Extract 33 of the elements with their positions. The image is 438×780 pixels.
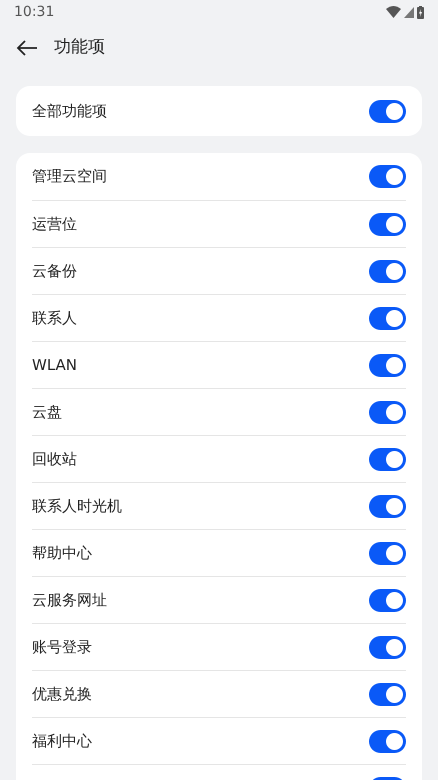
toggle-switch[interactable]: [369, 260, 406, 282]
item-label: 回收站: [32, 448, 77, 470]
toggle-switch[interactable]: [369, 494, 406, 518]
item-label: 全部功能项: [32, 100, 107, 122]
wifi-icon: [386, 6, 401, 18]
item-label: 运营位: [32, 214, 77, 235]
toggle-switch[interactable]: [369, 542, 406, 564]
item-label: 云备份: [32, 260, 77, 282]
toggle-switch[interactable]: [369, 100, 406, 122]
item-label: WLAN: [32, 354, 78, 376]
item-label: 云盘: [32, 402, 62, 423]
toggle-switch[interactable]: [369, 400, 406, 424]
toggle-switch[interactable]: [369, 682, 406, 706]
item-label: 管理云空间: [32, 166, 107, 188]
item-label: 帮助中心: [32, 542, 92, 564]
toggle-switch[interactable]: [369, 306, 406, 330]
item-label: 优惠兑换: [32, 684, 92, 705]
toggle-switch[interactable]: [369, 448, 406, 470]
toggle-switch[interactable]: [369, 354, 406, 376]
toggle-switch[interactable]: [369, 636, 406, 658]
item-label: 云服务网址: [32, 590, 107, 611]
signal-icon: [404, 6, 414, 18]
item-label: 账号登录: [32, 636, 92, 658]
battery-icon: [417, 6, 424, 18]
item-label: 联系人: [32, 308, 77, 329]
toggle-switch[interactable]: [369, 165, 406, 188]
item-label: 福利中心: [32, 730, 92, 752]
status-time: 10:31: [14, 2, 54, 22]
page-title: 功能项: [54, 36, 105, 60]
toggle-switch[interactable]: [369, 730, 406, 752]
toggle-switch[interactable]: [369, 212, 406, 236]
item-label: 联系人时光机: [32, 496, 122, 517]
toggle-switch[interactable]: [369, 588, 406, 612]
